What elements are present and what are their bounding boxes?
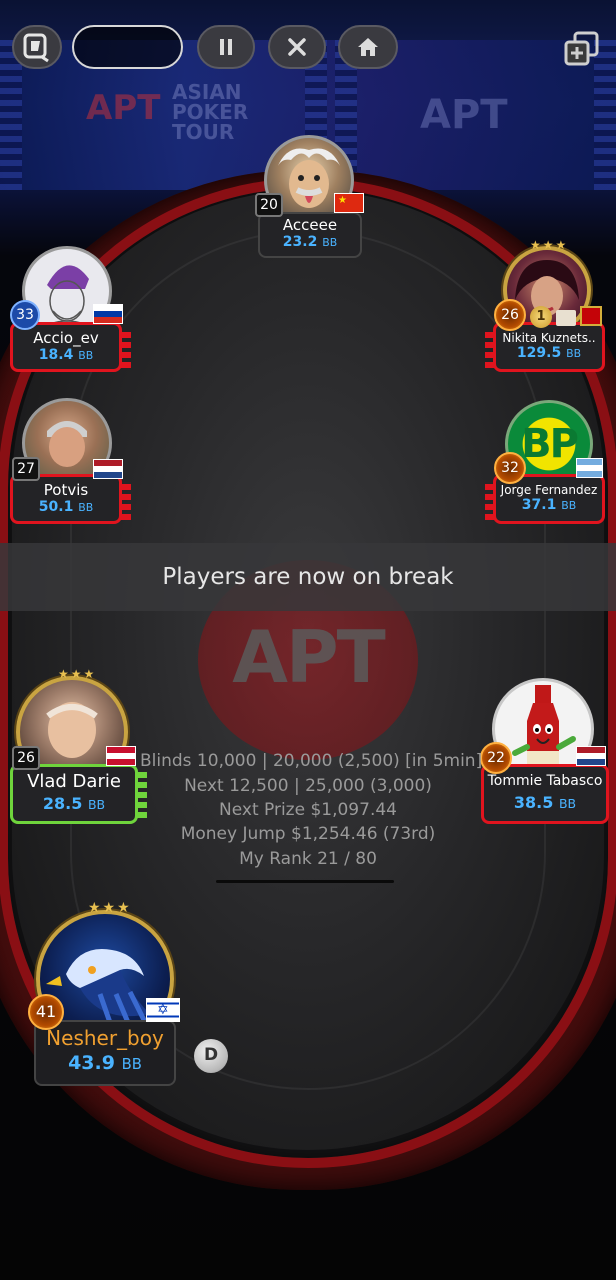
banner-apt-logo-right: APT [420,92,508,138]
player-level-badge: 26 [494,299,526,331]
next-prize-info: Next Prize $1,097.44 [219,800,397,820]
table-logo: APT [232,615,386,699]
china-flag-icon: ★ [334,193,364,213]
player-name: Accio_ev [33,329,99,347]
player-plate-potvis[interactable]: Potvis 50.1 BB [10,474,122,524]
close-button[interactable] [268,25,326,69]
player-name: Vlad Darie [27,771,121,792]
player-level-badge: 26 [12,746,40,770]
banner-text-poker: POKER [172,100,249,124]
break-message: Players are now on break [162,564,454,590]
player-name: Tommie Tabasco [487,773,603,789]
status-pill[interactable] [72,25,183,69]
add-table-icon [564,31,599,66]
austria-flag-icon [106,746,136,766]
dealer-button: D [194,1039,228,1073]
banner-apt-logo: APT [86,88,161,128]
montenegro-flag-icon [580,306,602,326]
player-stack: 18.4 BB [38,347,94,363]
info-underline [216,880,394,883]
player-name: Jorge Fernandez [500,483,598,497]
netherlands-flag-icon [93,459,123,479]
break-banner: Players are now on break [0,543,616,611]
player-plate-acceee[interactable]: Acceee 23.2 BB [258,212,362,258]
plate-side-deco [485,330,495,368]
player-stack: 28.5 BB [42,794,106,813]
apt-logo-icon [23,33,49,63]
player-level-badge: 20 [255,193,283,217]
player-level-badge: 41 [28,994,64,1030]
player-level-badge: 27 [12,457,40,481]
player-stack: 38.5 BB [513,793,577,812]
player-stack: 43.9 BB [68,1052,142,1074]
rank-stars-icon: ★★★ [88,900,132,916]
home-icon [358,38,378,56]
player-name: Acceee [282,216,338,234]
player-plate-vlad[interactable]: Vlad Darie 28.5 BB [10,764,138,824]
plate-side-deco [121,330,131,368]
money-jump-info: Money Jump $1,254.46 (73rd) [180,824,436,844]
player-level-badge: 22 [480,742,512,774]
argentina-flag-icon [576,458,603,478]
add-table-button[interactable] [563,30,601,68]
player-level-badge: 32 [494,452,526,484]
bottle-icon [556,310,576,326]
blinds-info: Blinds 10,000 | 20,000 (2,500) [in 5min] [140,751,483,771]
pause-icon [220,39,232,55]
israel-flag-icon: ✡ [146,998,180,1022]
player-stack: 23.2 BB [282,234,338,250]
plate-side-deco [485,482,495,520]
banner-text-tour: TOUR [172,120,235,144]
player-name: Nikita Kuznets.. [502,331,596,345]
close-icon [288,38,306,56]
player-stack: 50.1 BB [38,499,94,515]
plate-side-deco [121,482,131,520]
rank-stars-icon: ★★★ [58,667,97,681]
player-stack: 129.5 BB [516,345,582,361]
medal-icon: 1 [530,306,552,328]
apt-logo-button[interactable] [12,25,62,69]
home-button[interactable] [338,25,398,69]
russia-flag-icon [93,304,123,324]
rank-stars-icon: ★★★ [530,238,569,252]
pause-button[interactable] [197,25,255,69]
netherlands-flag-icon [576,746,606,766]
banner-text-asian: ASIAN [172,80,242,104]
player-name: Potvis [43,481,89,499]
next-blinds-info: Next 12,500 | 25,000 (3,000) [184,776,432,796]
my-rank-info: My Rank 21 / 80 [239,849,377,869]
player-name-hero: Nesher_boy [46,1026,164,1050]
player-plate-nesher[interactable]: Nesher_boy 43.9 BB [34,1020,176,1086]
player-level-badge: 33 [10,300,40,330]
player-stack: 37.1 BB [521,497,577,513]
